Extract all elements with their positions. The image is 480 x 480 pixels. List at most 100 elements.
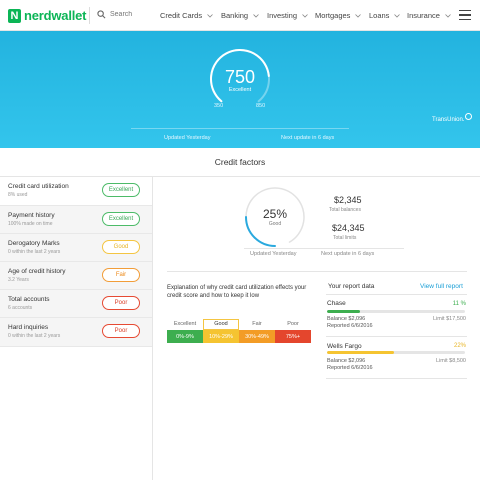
total-limits-label: Total limits: [333, 235, 357, 241]
menu-banking[interactable]: Banking: [221, 11, 259, 20]
search-input[interactable]: [110, 11, 160, 18]
report-divider: [326, 294, 467, 295]
credit-score-value: 750: [224, 67, 256, 87]
factor-total-accounts[interactable]: Total accounts 6 accounts Poor: [0, 290, 152, 318]
menu-investing[interactable]: Investing: [267, 11, 308, 20]
scale-range-fair: 30%-49%: [239, 330, 275, 343]
factor-rating-badge: Excellent: [102, 183, 140, 197]
factor-rating-badge: Poor: [102, 324, 140, 338]
factor-payment-history[interactable]: Payment history 100% made on time Excell…: [0, 206, 152, 234]
logo-mark: N: [8, 8, 21, 23]
menu-loans[interactable]: Loans: [369, 11, 401, 20]
utilization-divider: [244, 248, 404, 249]
account-utilization-bar: [327, 351, 465, 354]
factor-credit-card-utilization[interactable]: Credit card utilization 8% used Excellen…: [0, 177, 152, 205]
scale-label-excellent: Excellent: [173, 321, 197, 327]
report-divider: [326, 336, 467, 337]
account-reported-date: Reported 6/6/2016: [327, 365, 373, 371]
score-updated-text: Updated Yesterday: [164, 135, 211, 141]
factor-divider: [0, 289, 152, 290]
hamburger-menu-icon[interactable]: [459, 10, 471, 20]
factor-detail: 0 within the last 2 years: [8, 249, 61, 255]
scale-label-good: Good: [203, 319, 239, 330]
factor-rating-badge: Fair: [102, 268, 140, 282]
chevron-down-icon: [253, 13, 259, 18]
utilization-next-update-text: Next update in 6 days: [321, 251, 375, 257]
factor-divider: [0, 346, 152, 347]
factor-divider: [0, 317, 152, 318]
transunion-logo: TransUnion.: [432, 113, 473, 123]
credit-factors-title: Credit factors: [214, 157, 266, 167]
factor-derogatory-marks[interactable]: Derogatory Marks 0 within the last 2 yea…: [0, 234, 152, 262]
utilization-percent: 25%: [262, 207, 288, 221]
total-balances-label: Total balances: [329, 207, 361, 213]
menu-mortgages[interactable]: Mortgages: [315, 11, 362, 20]
report-divider: [326, 378, 467, 379]
logo-text: nerdwallet: [24, 8, 87, 23]
account-utilization-fill: [327, 351, 394, 354]
menu-label: Credit Cards: [160, 11, 203, 20]
account-utilization-percent: 22%: [453, 343, 466, 349]
factor-name: Age of credit history: [8, 268, 66, 275]
account-balance: Balance $2,096: [327, 316, 366, 322]
factor-detail: 100% made on time: [8, 221, 53, 227]
factor-divider: [0, 261, 152, 262]
utilization-explanation: Explanation of why credit card utilizati…: [167, 285, 307, 300]
scale-range-good: 10%-29%: [203, 330, 239, 343]
factor-detail: 0 within the last 2 years: [8, 333, 61, 339]
factor-divider: [0, 233, 152, 234]
scale-range-excellent: 0%-9%: [167, 330, 203, 343]
chevron-down-icon: [207, 13, 213, 18]
account-name: Chase: [327, 300, 346, 307]
account-limit: Limit $17,500: [432, 316, 466, 322]
view-full-report-link[interactable]: View full report: [420, 283, 463, 290]
credit-score-rating: Excellent: [228, 87, 252, 93]
menu-insurance[interactable]: Insurance: [407, 11, 451, 20]
chevron-down-icon: [355, 13, 362, 18]
utilization-rating: Good: [268, 221, 282, 227]
account-balance: Balance $2,096: [327, 358, 366, 364]
factor-detail: 6 accounts: [8, 305, 33, 311]
factor-name: Derogatory Marks: [8, 240, 60, 247]
factors-sidebar: Credit card utilization 8% used Excellen…: [0, 177, 153, 480]
factor-name: Payment history: [8, 212, 55, 219]
factor-rating-badge: Poor: [102, 296, 140, 310]
account-utilization-bar: [327, 310, 465, 313]
top-nav: N nerdwallet Credit Cards Banking Invest…: [0, 0, 480, 31]
menu-label: Loans: [369, 11, 390, 20]
factor-name: Credit card utilization: [8, 183, 69, 190]
transunion-mark-icon: [465, 113, 473, 120]
account-limit: Limit $8,500: [436, 358, 466, 364]
menu-label: Banking: [221, 11, 249, 20]
chevron-down-icon: [445, 13, 451, 18]
menu-label: Insurance: [407, 11, 440, 20]
nav-divider: [89, 7, 90, 24]
chevron-down-icon: [394, 13, 401, 18]
chevron-down-icon: [302, 13, 308, 18]
menu-credit-cards[interactable]: Credit Cards: [160, 11, 213, 20]
menu-label: Mortgages: [315, 11, 351, 20]
factor-rating-badge: Excellent: [102, 212, 140, 226]
menu-label: Investing: [267, 11, 298, 20]
score-next-update-text: Next update in 6 days: [281, 135, 335, 141]
factor-detail: 8% used: [8, 192, 28, 198]
report-data-title: Your report data: [328, 283, 375, 290]
total-limits-value: $24,345: [332, 223, 365, 233]
account-utilization-percent: 11 %: [452, 301, 466, 307]
total-balances-value: $2,345: [334, 195, 362, 205]
account-name: Wells Fargo: [327, 343, 362, 350]
nerdwallet-logo[interactable]: N nerdwallet: [8, 8, 86, 23]
utilization-updated-text: Updated Yesterday: [250, 251, 297, 257]
account-reported-date: Reported 6/6/2016: [327, 323, 373, 329]
hero-divider: [131, 128, 349, 129]
factor-rating-badge: Good: [102, 240, 140, 254]
factor-detail: 3.2 Years: [8, 277, 29, 283]
search-box[interactable]: [97, 10, 160, 19]
factor-name: Total accounts: [8, 296, 50, 303]
account-utilization-fill: [327, 310, 361, 313]
factor-hard-inquiries[interactable]: Hard inquiries 0 within the last 2 years…: [0, 318, 152, 346]
score-hero: 750 Excellent 350 850 Updated Yesterday …: [0, 31, 480, 148]
factor-age-of-credit-history[interactable]: Age of credit history 3.2 Years Fair: [0, 262, 152, 290]
scale-label-fair: Fair: [252, 321, 262, 327]
search-icon: [97, 10, 106, 19]
